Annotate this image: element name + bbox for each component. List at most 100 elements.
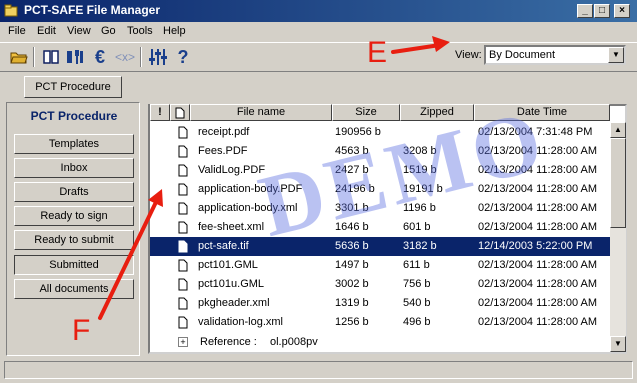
menu-help[interactable]: Help — [163, 25, 186, 37]
cell-datetime: 02/13/2004 11:28:00 AM — [478, 278, 598, 290]
chevron-down-icon[interactable]: ▼ — [608, 47, 624, 63]
open-folder-icon[interactable] — [8, 46, 30, 68]
cell-filename: validation-log.xml — [198, 316, 283, 328]
table-row[interactable]: pct-safe.tif 5636 b 3182 b 12/14/2003 5:22:… — [150, 237, 612, 256]
tools-icon[interactable] — [64, 46, 86, 68]
close-button[interactable]: × — [614, 4, 630, 18]
file-icon — [178, 183, 188, 196]
table-row[interactable]: receipt.pdf 190956 b 02/13/2004 7:31:48 PM — [150, 123, 612, 142]
help-icon[interactable]: ? — [172, 46, 194, 68]
cell-datetime: 02/13/2004 7:31:48 PM — [478, 126, 593, 138]
cell-datetime: 12/14/2003 5:22:00 PM — [478, 240, 593, 252]
annotation-e: E — [367, 36, 388, 69]
file-icon — [178, 202, 188, 215]
cell-size: 24196 b — [335, 183, 375, 195]
file-icon — [178, 221, 188, 234]
window-title: PCT-SAFE File Manager — [24, 3, 161, 17]
status-bar — [4, 361, 633, 379]
table-row[interactable]: fee-sheet.xml 1646 b 601 b 02/13/2004 11:28… — [150, 218, 612, 237]
cell-zipped: 3182 b — [403, 240, 437, 252]
book-icon[interactable] — [40, 46, 62, 68]
cell-datetime: 02/13/2004 11:28:00 AM — [478, 145, 598, 157]
reference-row: + Reference : ol.p008pv — [150, 334, 612, 351]
view-select[interactable]: By Document ▼ — [484, 45, 626, 65]
file-icon — [175, 107, 185, 119]
euro-icon[interactable]: € — [89, 46, 111, 68]
scroll-down-icon[interactable]: ▼ — [610, 336, 626, 352]
cell-size: 1256 b — [335, 316, 369, 328]
view-label: View: — [455, 49, 482, 61]
file-icon — [178, 145, 188, 158]
nav-templates-button[interactable]: Templates — [14, 134, 134, 154]
cell-size: 5636 b — [335, 240, 369, 252]
cell-filename: Fees.PDF — [198, 145, 248, 157]
app-icon — [4, 4, 18, 17]
cell-size: 1497 b — [335, 259, 369, 271]
table-row[interactable]: application-body.PDF 24196 b 19191 b 02/13/… — [150, 180, 612, 199]
vertical-scrollbar[interactable]: ▲ ▼ — [610, 122, 626, 352]
cell-datetime: 02/13/2004 11:28:00 AM — [478, 259, 598, 271]
file-icon — [178, 278, 188, 291]
clear-x-icon[interactable]: <x> — [114, 46, 136, 68]
nav-all-documents-button[interactable]: All documents — [14, 279, 134, 299]
menu-edit[interactable]: Edit — [37, 25, 56, 37]
menu-view[interactable]: View — [67, 25, 91, 37]
expand-icon[interactable]: + — [178, 337, 188, 347]
cell-zipped: 540 b — [403, 297, 431, 309]
column-header-zipped[interactable]: Zipped — [400, 104, 474, 121]
cell-size: 3301 b — [335, 202, 369, 214]
cell-filename: ValidLog.PDF — [198, 164, 266, 176]
column-header-priority[interactable]: ! — [150, 104, 170, 121]
table-row[interactable]: Fees.PDF 4563 b 3208 b 02/13/2004 11:28:00 … — [150, 142, 612, 161]
menu-file[interactable]: File — [8, 25, 26, 37]
toolbar-separator — [140, 47, 142, 67]
maximize-button[interactable]: □ — [594, 4, 610, 18]
table-row[interactable]: validation-log.xml 1256 b 496 b 02/13/2004 … — [150, 313, 612, 332]
menu-tools[interactable]: Tools — [127, 25, 153, 37]
file-icon — [178, 164, 188, 177]
column-header-filename[interactable]: File name — [190, 104, 332, 121]
cell-filename: application-body.xml — [198, 202, 298, 214]
cell-filename: fee-sheet.xml — [198, 221, 265, 233]
toolbar-separator — [33, 47, 35, 67]
cell-zipped: 756 b — [403, 278, 431, 290]
cell-filename: receipt.pdf — [198, 126, 250, 138]
menu-bar: File Edit View Go Tools Help — [0, 22, 637, 42]
nav-drafts-button[interactable]: Drafts — [14, 182, 134, 202]
cell-size: 1319 b — [335, 297, 369, 309]
table-row[interactable]: ValidLog.PDF 2427 b 1519 b 02/13/2004 11:28… — [150, 161, 612, 180]
cell-filename: pkgheader.xml — [198, 297, 270, 309]
table-row[interactable]: pct101.GML 1497 b 611 b 02/13/2004 11:28:00… — [150, 256, 612, 275]
nav-inbox-button[interactable]: Inbox — [14, 158, 134, 178]
file-icon — [178, 316, 188, 329]
scroll-thumb[interactable] — [610, 138, 626, 228]
file-icon — [178, 126, 188, 139]
cell-zipped: 1519 b — [403, 164, 437, 176]
file-icon — [178, 240, 188, 253]
scroll-up-icon[interactable]: ▲ — [610, 122, 626, 138]
menu-go[interactable]: Go — [101, 25, 116, 37]
view-select-value: By Document — [489, 49, 556, 61]
column-header-type[interactable] — [170, 104, 190, 121]
nav-ready-to-sign-button[interactable]: Ready to sign — [14, 206, 134, 226]
reference-value: ol.p008pv — [270, 336, 318, 348]
cell-zipped: 601 b — [403, 221, 431, 233]
table-row[interactable]: pkgheader.xml 1319 b 540 b 02/13/2004 11:28… — [150, 294, 612, 313]
nav-ready-to-submit-button[interactable]: Ready to submit — [14, 230, 134, 250]
table-row[interactable]: application-body.xml 3301 b 1196 b 02/13/20… — [150, 199, 612, 218]
cell-zipped: 611 b — [403, 259, 430, 271]
settings-sliders-icon[interactable] — [147, 46, 169, 68]
cell-datetime: 02/13/2004 11:28:00 AM — [478, 164, 598, 176]
column-header-datetime[interactable]: Date Time — [474, 104, 610, 121]
cell-size: 190956 b — [335, 126, 381, 138]
column-header-size[interactable]: Size — [332, 104, 400, 121]
cell-datetime: 02/13/2004 11:28:00 AM — [478, 183, 598, 195]
cell-size: 1646 b — [335, 221, 369, 233]
table-row[interactable]: pct101u.GML 3002 b 756 b 02/13/2004 11:28:0… — [150, 275, 612, 294]
cell-filename: pct101.GML — [198, 259, 258, 271]
panel-header: PCT Procedure — [30, 109, 118, 123]
minimize-button[interactable]: _ — [577, 4, 593, 18]
nav-submitted-button[interactable]: Submitted — [14, 255, 134, 275]
tab-pct-procedure[interactable]: PCT Procedure — [24, 76, 122, 98]
cell-zipped: 3208 b — [403, 145, 437, 157]
